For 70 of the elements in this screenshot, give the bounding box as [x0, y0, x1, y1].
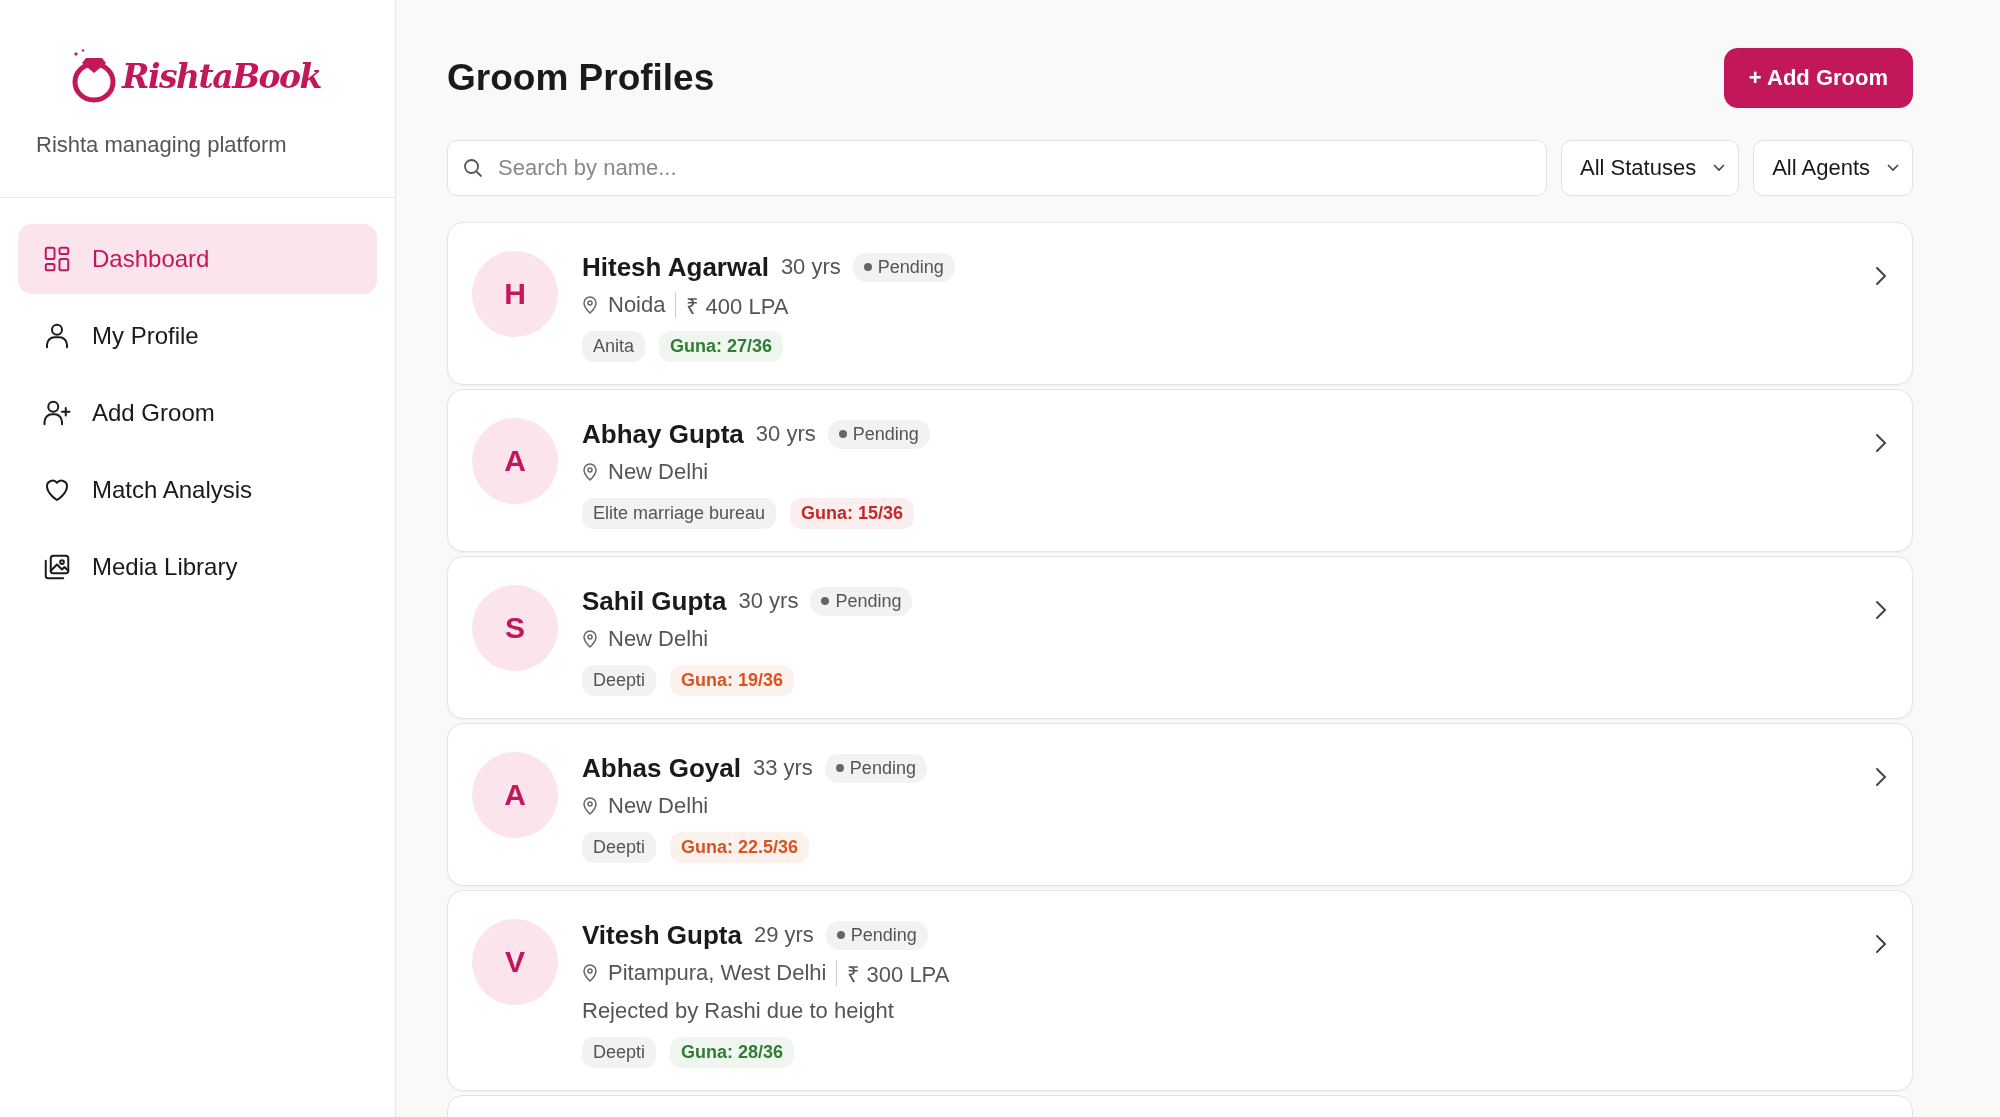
guna-score-tag: Guna: 27/36	[659, 331, 784, 362]
status-badge: Pending	[827, 419, 930, 449]
chevron-down-icon	[1712, 163, 1727, 173]
status-badge: Pending	[852, 252, 955, 282]
dashboard-icon	[42, 244, 72, 274]
location-text: Pitampura, West Delhi	[608, 960, 827, 986]
location-text: New Delhi	[608, 793, 709, 819]
location-pin-icon	[582, 964, 598, 982]
location-pin-icon	[582, 296, 598, 314]
search-field[interactable]: Search by name...	[447, 140, 1547, 196]
groom-name: Abhay Gupta	[582, 418, 744, 450]
agent-tag: Deepti	[582, 665, 657, 696]
agent-tag: Anita	[582, 331, 646, 362]
status-badge: Pending	[810, 586, 913, 616]
avatar-initial: S	[472, 585, 558, 671]
salary-text: ₹ 300 LPA	[847, 961, 950, 988]
groom-name: Sahil Gupta	[582, 585, 727, 617]
salary-text: ₹ 400 LPA	[686, 293, 789, 320]
avatar-initial: V	[472, 919, 558, 1005]
agent-dropdown[interactable]: All Agents	[1753, 140, 1913, 196]
age-text: 30 yrs	[738, 588, 799, 614]
groom-name: Abhas Goyal	[582, 752, 741, 784]
location-text: New Delhi	[608, 459, 709, 485]
profile-card[interactable]: S Sahil Gupta 30 yrs Pending New Delhi Deepti Guna: 19/36	[447, 556, 1913, 719]
guna-score-tag: Guna: 28/36	[670, 1037, 795, 1068]
profile-card[interactable]: V Vitesh Gupta 29 yrs Pending Pitampura, West Delhi ₹ 300 LPA Rejected by Rashi due to height Deepti Guna: 28/36	[447, 890, 1913, 1091]
guna-score-tag: Guna: 15/36	[790, 498, 915, 529]
chevron-right-icon[interactable]	[1874, 599, 1888, 621]
add-groom-button[interactable]: + Add Groom	[1723, 48, 1913, 108]
location-text: Noida	[608, 292, 666, 318]
chevron-right-icon[interactable]	[1874, 265, 1888, 287]
age-text: 30 yrs	[755, 421, 816, 447]
location-pin-icon	[582, 630, 598, 648]
agent-tag: Elite marriage bureau	[582, 498, 777, 529]
agent-tag: Deepti	[582, 832, 657, 863]
chevron-right-icon[interactable]	[1874, 933, 1888, 955]
status-badge: Pending	[825, 920, 928, 950]
age-text: 33 yrs	[752, 755, 813, 781]
age-text: 30 yrs	[780, 254, 841, 280]
location-pin-icon	[582, 463, 598, 481]
agent-tag: Deepti	[582, 1037, 657, 1068]
location-text: New Delhi	[608, 626, 709, 652]
status-badge: Pending	[824, 753, 927, 783]
nav-item[interactable]: Dashboard	[18, 224, 377, 294]
page-title: Groom Profiles	[447, 57, 715, 99]
chevron-down-icon	[1886, 163, 1900, 173]
nav-item[interactable]: My Profile	[18, 301, 377, 371]
avatar-initial: A	[472, 418, 558, 504]
age-text: 29 yrs	[753, 922, 814, 948]
profile-card[interactable]: A Abhas Goyal 33 yrs Pending New Delhi Deepti Guna: 22.5/36	[447, 723, 1913, 886]
nav-item[interactable]: Match Analysis	[18, 455, 377, 525]
tagline: Rishta managing platform	[36, 132, 287, 158]
guna-score-tag: Guna: 19/36	[670, 665, 795, 696]
guna-score-tag: Guna: 22.5/36	[670, 832, 810, 863]
groom-name: Vitesh Gupta	[582, 919, 742, 951]
brand-logo: RishtaBook	[122, 56, 321, 96]
chevron-right-icon[interactable]	[1874, 766, 1888, 788]
groom-name: Hitesh Agarwal	[582, 251, 769, 283]
avatar-initial: A	[472, 752, 558, 838]
avatar-initial: H	[472, 251, 558, 337]
location-pin-icon	[582, 797, 598, 815]
nav-item[interactable]: Add Groom	[18, 378, 377, 448]
profile-card[interactable]: H Hitesh Agarwal 30 yrs Pending Noida ₹ 400 LPA Anita Guna: 27/36	[447, 222, 1913, 385]
add-person-icon	[42, 398, 72, 428]
profile-card[interactable]: A Abhay Gupta 30 yrs Pending New Delhi Elite marriage bureau Guna: 15/36	[447, 389, 1913, 552]
nav-item[interactable]: Media Library	[18, 532, 377, 602]
note-text: Rejected by Rashi due to height	[582, 998, 894, 1024]
chevron-right-icon[interactable]	[1874, 432, 1888, 454]
images-icon	[42, 552, 72, 582]
status-dropdown[interactable]: All Statuses	[1561, 140, 1740, 196]
